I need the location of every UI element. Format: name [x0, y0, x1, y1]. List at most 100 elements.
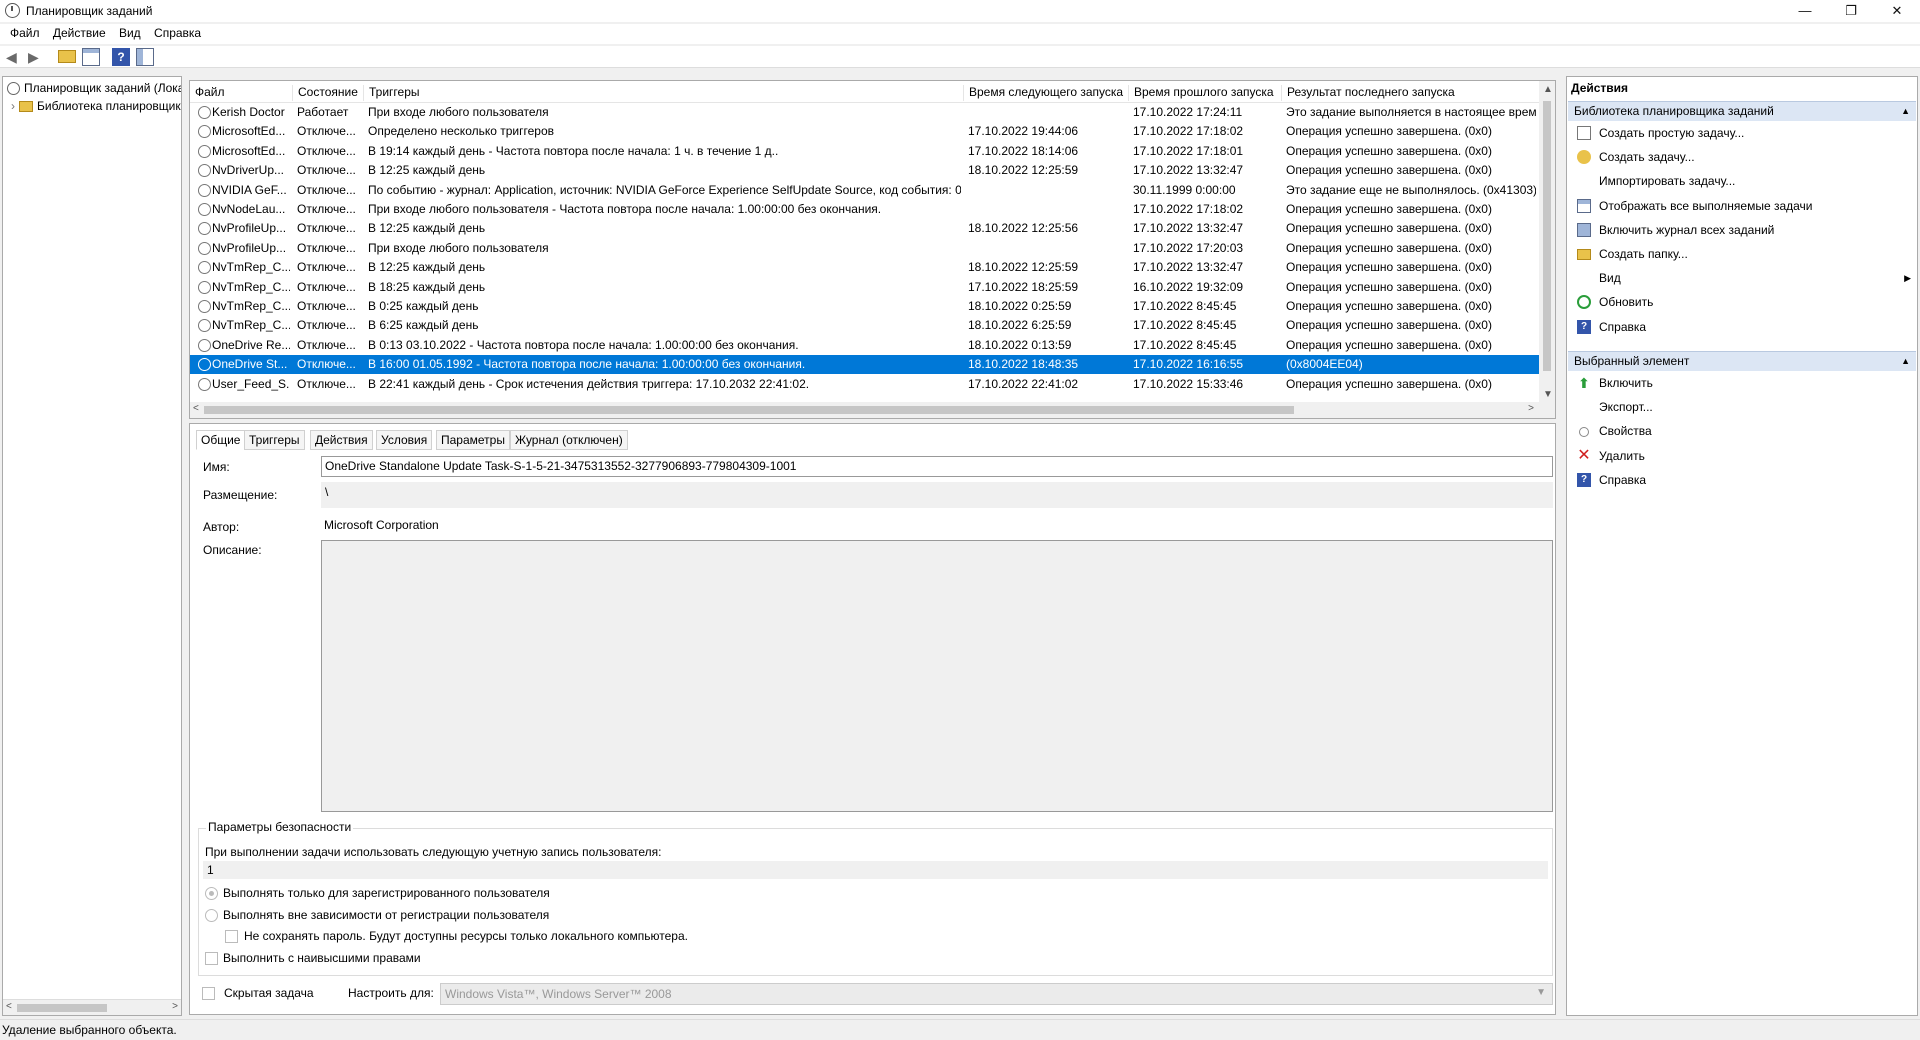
status-text: Удаление выбранного объекта.	[2, 1023, 177, 1037]
task-list-vertical-scrollbar[interactable]: ▲ ▼	[1539, 81, 1555, 418]
restore-button[interactable]: ❐	[1828, 0, 1874, 22]
action-item[interactable]: ? Справка	[1575, 317, 1911, 337]
table-row[interactable]: MicrosoftEd... Отключе... Определено неско…	[190, 122, 1540, 141]
menu-action[interactable]: Действие	[43, 24, 106, 40]
column-header-last-run[interactable]: Время прошлого запуска	[1128, 85, 1274, 101]
menu-view[interactable]: Вид	[109, 24, 141, 40]
scroll-left-icon[interactable]: <	[6, 1001, 12, 1012]
tab-actions[interactable]: Действия	[310, 430, 373, 450]
action-item[interactable]: Экспорт...	[1575, 397, 1911, 417]
task-name: NvNodeLau...	[212, 202, 286, 216]
actions-pane: Действия Библиотека планировщика заданий…	[1566, 76, 1918, 1016]
minimize-button[interactable]: —	[1782, 0, 1828, 22]
radio-logged-on-only[interactable]	[205, 887, 218, 900]
scroll-thumb[interactable]	[1543, 101, 1551, 371]
action-item[interactable]: Импортировать задачу...	[1575, 171, 1911, 191]
task-name: NvTmRep_C...	[212, 299, 290, 313]
location-label: Размещение:	[203, 488, 278, 502]
action-item[interactable]: Создать папку...	[1575, 244, 1911, 264]
scroll-thumb[interactable]	[204, 406, 1294, 414]
scroll-left-icon[interactable]: <	[193, 403, 199, 414]
back-arrow-icon[interactable]: ◀	[6, 48, 24, 66]
action-item[interactable]: Создать задачу...	[1575, 147, 1911, 167]
help-icon[interactable]: ?	[112, 48, 130, 66]
column-header-next-run[interactable]: Время следующего запуска	[963, 85, 1123, 101]
column-header-state[interactable]: Состояние	[292, 85, 358, 101]
tab-history[interactable]: Журнал (отключен)	[510, 430, 628, 450]
table-row[interactable]: NvProfileUp... Отключе... При входе любого…	[190, 239, 1540, 258]
task-last-run: 17.10.2022 17:18:02	[1133, 124, 1244, 139]
description-field[interactable]	[321, 540, 1553, 812]
scroll-right-icon[interactable]: >	[172, 1001, 178, 1012]
column-header-file[interactable]: Файл	[190, 85, 225, 101]
table-row[interactable]: MicrosoftEd... Отключе... В 19:14 каждый д…	[190, 142, 1540, 161]
action-item[interactable]: Вид ▶	[1575, 268, 1911, 288]
table-row[interactable]: NvTmRep_C... Отключе... В 12:25 каждый ден…	[190, 258, 1540, 277]
show-hide-console-tree-icon[interactable]	[82, 48, 100, 66]
table-row[interactable]: OneDrive St... Отключе... В 16:00 01.05.19…	[190, 355, 1540, 375]
table-row[interactable]: NvProfileUp... Отключе... В 12:25 каждый д…	[190, 219, 1540, 238]
action-item[interactable]: Обновить	[1575, 292, 1911, 312]
task-last-run: 17.10.2022 13:32:47	[1133, 221, 1244, 236]
action-item-label: Создать папку...	[1599, 247, 1688, 261]
scroll-down-icon[interactable]: ▼	[1543, 389, 1553, 400]
tab-general[interactable]: Общие	[196, 430, 246, 450]
name-field[interactable]: OneDrive Standalone Update Task-S-1-5-21…	[321, 456, 1553, 477]
section-library[interactable]: Библиотека планировщика заданий ▲	[1568, 101, 1916, 121]
location-field[interactable]: \	[321, 482, 1553, 508]
tree-library[interactable]: › Библиотека планировщика заданий	[11, 97, 181, 115]
action-item[interactable]: ⬆ Включить	[1575, 373, 1911, 393]
action-item[interactable]: ✕ Удалить	[1575, 446, 1911, 466]
scroll-thumb[interactable]	[17, 1004, 107, 1012]
table-row[interactable]: NvDriverUp... Отключе... В 12:25 каждый де…	[190, 161, 1540, 180]
tab-triggers[interactable]: Триггеры	[244, 430, 305, 450]
collapse-icon[interactable]: ▲	[1901, 102, 1910, 121]
task-next-run: 17.10.2022 18:25:59	[968, 279, 1079, 294]
tab-settings[interactable]: Параметры	[436, 430, 510, 450]
scroll-right-icon[interactable]: >	[1528, 403, 1534, 414]
table-row[interactable]: User_Feed_S... Отключе... В 22:41 каждый д…	[190, 375, 1540, 394]
table-row[interactable]: NVIDIA GeF... Отключе... По событию - журн…	[190, 181, 1540, 200]
action-item-label: Экспорт...	[1599, 400, 1653, 415]
column-header-triggers[interactable]: Триггеры	[363, 85, 420, 101]
table-row[interactable]: NvTmRep_C... Отключе... В 6:25 каждый день…	[190, 316, 1540, 335]
show-hide-action-pane-icon[interactable]	[136, 48, 154, 66]
action-item-label: Отображать все выполняемые задачи	[1599, 198, 1813, 213]
task-next-run: 18.10.2022 18:48:35	[968, 357, 1079, 372]
user-account-field[interactable]: 1	[203, 861, 1548, 879]
task-state: Отключе...	[297, 163, 356, 178]
table-row[interactable]: NvNodeLau... Отключе... При входе любого п…	[190, 200, 1540, 219]
no-store-password-checkbox[interactable]	[225, 930, 238, 943]
radio-run-whether-logged-on[interactable]	[205, 909, 218, 922]
up-folder-icon[interactable]	[58, 50, 76, 63]
tree-horizontal-scrollbar[interactable]: < >	[3, 999, 181, 1015]
tab-conditions[interactable]: Условия	[376, 430, 433, 450]
task-last-result: Операция успешно завершена. (0x0)	[1286, 143, 1492, 158]
collapse-icon[interactable]: ▲	[1901, 352, 1910, 371]
console-tree: Планировщик заданий (Локальный) › Библиот…	[2, 76, 182, 1016]
tree-root[interactable]: Планировщик заданий (Локальный)	[7, 79, 181, 97]
configure-for-select[interactable]: Windows Vista™, Windows Server™ 2008 ▼	[440, 983, 1553, 1005]
expand-arrow-icon[interactable]: ›	[11, 99, 15, 113]
table-row[interactable]: NvTmRep_C... Отключе... В 18:25 каждый ден…	[190, 278, 1540, 297]
column-header-last-result[interactable]: Результат последнего запуска	[1281, 85, 1455, 101]
menu-help[interactable]: Справка	[144, 24, 201, 40]
table-row[interactable]: NvTmRep_C... Отключе... В 0:25 каждый день…	[190, 297, 1540, 316]
table-row[interactable]: Kerish Doctor Работает При входе любого по…	[190, 103, 1540, 122]
action-item[interactable]: Свойства	[1575, 421, 1911, 441]
action-item[interactable]: Создать простую задачу...	[1575, 123, 1911, 143]
menu-file[interactable]: Файл	[0, 24, 40, 40]
section-selected-item[interactable]: Выбранный элемент ▲	[1568, 351, 1916, 371]
highest-privileges-checkbox[interactable]	[205, 952, 218, 965]
action-item[interactable]: ? Справка	[1575, 470, 1911, 490]
forward-arrow-icon[interactable]: ▶	[28, 48, 46, 66]
hidden-task-checkbox[interactable]	[202, 987, 215, 1000]
author-field[interactable]: Microsoft Corporation	[321, 516, 1553, 537]
security-options-group: Параметры безопасности При выполнении за…	[198, 820, 1553, 976]
action-item[interactable]: Включить журнал всех заданий	[1575, 220, 1911, 240]
scroll-up-icon[interactable]: ▲	[1543, 84, 1553, 95]
task-list-horizontal-scrollbar[interactable]: < >	[190, 402, 1540, 418]
action-item[interactable]: Отображать все выполняемые задачи	[1575, 196, 1911, 216]
table-row[interactable]: OneDrive Re... Отключе... В 0:13 03.10.202…	[190, 336, 1540, 355]
close-button[interactable]: ✕	[1874, 0, 1920, 22]
